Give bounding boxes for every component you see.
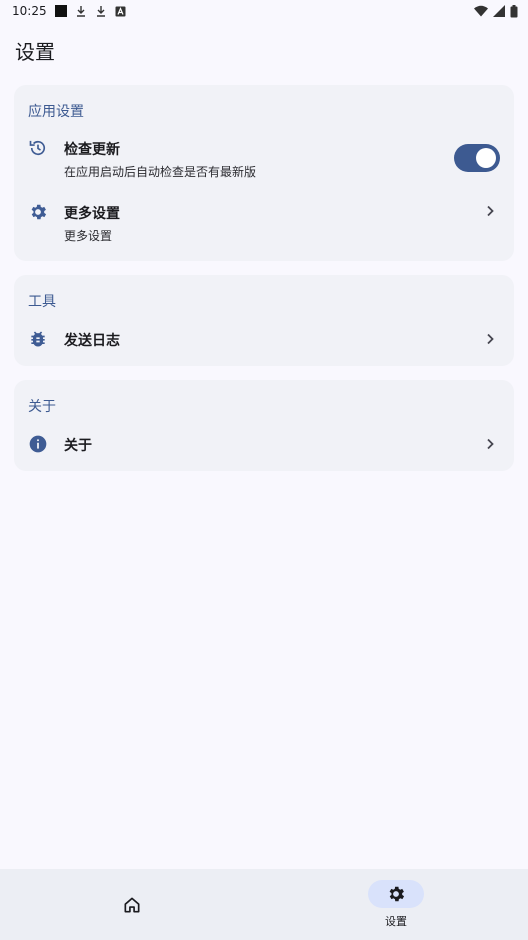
section-title-app-settings: 应用设置 — [28, 104, 84, 120]
about-title: 关于 — [64, 438, 92, 454]
about-row[interactable]: 关于 — [14, 428, 514, 462]
download-icon — [76, 6, 85, 17]
toggle-knob — [476, 148, 496, 168]
home-icon — [124, 897, 140, 913]
more-settings-row[interactable]: 更多设置 更多设置 — [14, 197, 514, 257]
history-icon — [29, 140, 46, 156]
info-icon — [29, 435, 47, 453]
nav-item-settings[interactable]: 设置 — [264, 869, 528, 940]
font-a-icon — [115, 6, 126, 16]
tools-card: 工具 发送日志 — [14, 275, 514, 366]
bug-icon — [31, 331, 45, 347]
nav-label-settings: 设置 — [385, 915, 407, 928]
download-icon — [96, 6, 105, 17]
signal-icon — [493, 5, 505, 17]
check-update-row[interactable]: 检查更新 在应用启动后自动检查是否有最新版 — [14, 133, 514, 193]
chevron-right-icon — [487, 333, 494, 345]
status-bar: 10:25 — [0, 0, 528, 22]
section-title-tools: 工具 — [28, 294, 56, 310]
nav-item-home[interactable] — [0, 869, 264, 940]
more-settings-subtitle: 更多设置 — [64, 229, 113, 243]
notification-square-icon — [54, 5, 67, 17]
page-title: 设置 — [15, 40, 55, 64]
chevron-right-icon — [487, 438, 494, 450]
more-settings-title: 更多设置 — [64, 206, 120, 222]
check-update-toggle[interactable] — [454, 144, 500, 172]
app-settings-card: 应用设置 检查更新 在应用启动后自动检查是否有最新版 更多设置 更多设置 — [14, 85, 514, 261]
gear-icon — [389, 886, 405, 902]
status-time: 10:25 — [12, 4, 47, 18]
send-log-title: 发送日志 — [64, 333, 120, 349]
send-log-row[interactable]: 发送日志 — [14, 323, 514, 357]
check-update-subtitle: 在应用启动后自动检查是否有最新版 — [64, 165, 257, 179]
gear-icon — [31, 204, 47, 220]
wifi-icon — [474, 5, 488, 17]
battery-icon — [510, 4, 518, 17]
bottom-navigation: 设置 — [0, 869, 528, 940]
about-card: 关于 关于 — [14, 380, 514, 471]
section-title-about: 关于 — [28, 399, 56, 415]
chevron-right-icon — [487, 205, 494, 217]
check-update-title: 检查更新 — [64, 142, 120, 158]
